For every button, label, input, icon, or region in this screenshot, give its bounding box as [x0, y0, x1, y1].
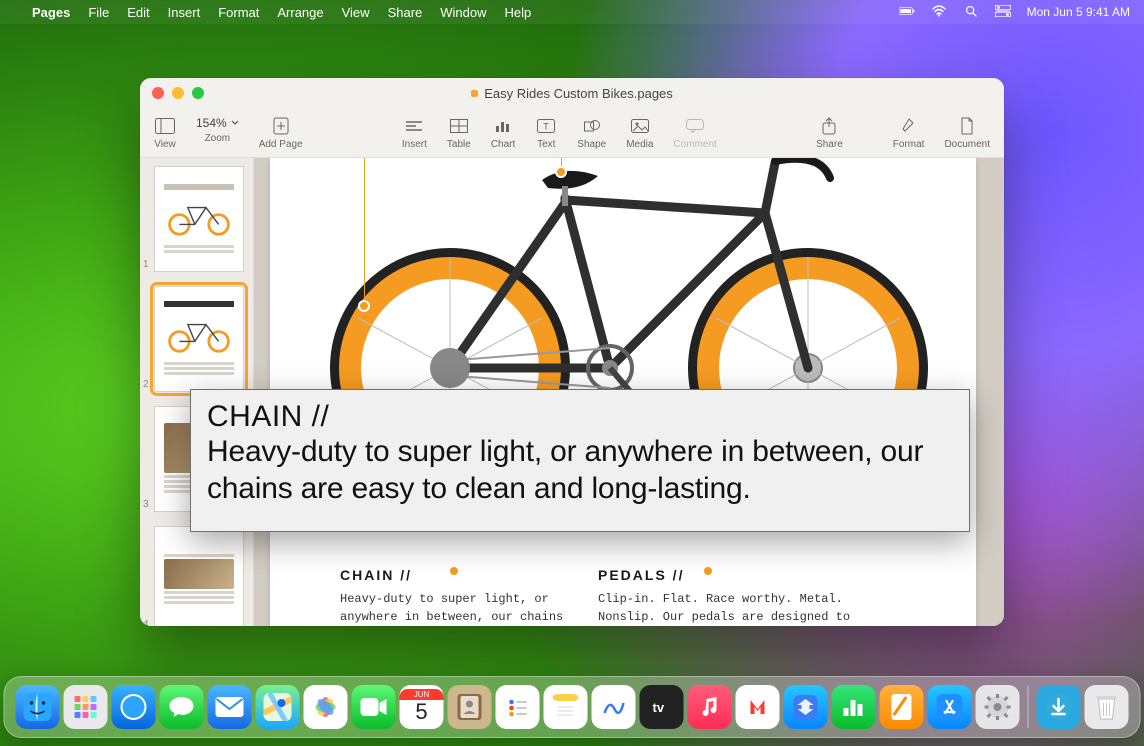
pedals-section[interactable]: PEDALS // Clip-in. Flat. Race worthy. Me…: [598, 565, 858, 626]
menu-edit[interactable]: Edit: [127, 5, 149, 20]
dock-safari-icon[interactable]: [112, 685, 156, 729]
window-close-button[interactable]: [152, 87, 164, 99]
toolbar-comment-button: Comment: [673, 116, 716, 150]
page-thumbnail[interactable]: 4: [150, 526, 243, 626]
pages-app-window: Easy Rides Custom Bikes.pages View 154% …: [140, 78, 1004, 626]
window-zoom-button[interactable]: [192, 87, 204, 99]
add-page-icon: [270, 116, 292, 136]
dock-pages-icon[interactable]: [880, 685, 924, 729]
dock-contacts-icon[interactable]: [448, 685, 492, 729]
dock-numbers-icon[interactable]: [832, 685, 876, 729]
dock-finder-icon[interactable]: [16, 685, 60, 729]
dock-maps-icon[interactable]: [256, 685, 300, 729]
chart-icon: [492, 116, 514, 136]
app-menu[interactable]: Pages: [32, 5, 70, 20]
menu-insert[interactable]: Insert: [168, 5, 201, 20]
dock-facetime-icon[interactable]: [352, 685, 396, 729]
toolbar-insert-button[interactable]: Insert: [402, 116, 427, 150]
menu-share[interactable]: Share: [388, 5, 423, 20]
chain-section[interactable]: CHAIN // Heavy-duty to super light, or a…: [340, 565, 580, 626]
toolbar-text-button[interactable]: T Text: [535, 116, 557, 150]
menu-arrange[interactable]: Arrange: [277, 5, 323, 20]
macos-menubar: Pages File Edit Insert Format Arrange Vi…: [0, 0, 1144, 24]
pedals-title: PEDALS //: [598, 565, 858, 585]
toolbar-chart-button[interactable]: Chart: [491, 116, 515, 150]
toolbar-format-button[interactable]: Format: [893, 116, 925, 150]
format-brush-icon: [898, 116, 920, 136]
dock-reminders-icon[interactable]: [496, 685, 540, 729]
table-icon: [448, 116, 470, 136]
chevron-down-icon: [231, 120, 239, 125]
dock-messages-icon[interactable]: [160, 685, 204, 729]
share-icon: [818, 116, 840, 136]
toolbar-shape-button[interactable]: Shape: [577, 116, 606, 150]
toolbar-add-page-button[interactable]: Add Page: [259, 116, 303, 150]
insert-icon: [403, 116, 425, 136]
pages-toolbar: View 154% Zoom Add Page Insert Table: [140, 108, 1004, 158]
menu-view[interactable]: View: [342, 5, 370, 20]
magnified-body: Heavy-duty to super light, or anywhere i…: [207, 434, 953, 507]
dock-music-icon[interactable]: [688, 685, 732, 729]
control-center-icon[interactable]: [995, 5, 1011, 20]
textbox-icon: T: [535, 116, 557, 136]
zoom-value: 154%: [196, 116, 227, 130]
chain-body-text: Heavy-duty to super light, or anywhere i…: [340, 591, 580, 626]
toolbar-view-button[interactable]: View: [154, 116, 176, 150]
dock-news-icon[interactable]: [736, 685, 780, 729]
dock-launchpad-icon[interactable]: [64, 685, 108, 729]
window-title: Easy Rides Custom Bikes.pages: [471, 86, 673, 101]
page-thumbnail[interactable]: 2: [150, 286, 243, 392]
macos-dock: JUN5 tv: [4, 676, 1141, 738]
dock-appstore-icon[interactable]: [928, 685, 972, 729]
document-icon: [956, 116, 978, 136]
svg-text:tv: tv: [653, 700, 665, 715]
chain-title: CHAIN //: [340, 565, 580, 585]
dock-tv-icon[interactable]: tv: [640, 685, 684, 729]
magnified-title: CHAIN //: [207, 400, 953, 434]
dock-calendar-icon[interactable]: JUN5: [400, 685, 444, 729]
toolbar-zoom-dropdown[interactable]: 154% Zoom: [196, 116, 239, 144]
dock-trash-icon[interactable]: [1085, 685, 1129, 729]
menu-window[interactable]: Window: [440, 5, 486, 20]
pedals-body-text: Clip-in. Flat. Race worthy. Metal. Nonsl…: [598, 591, 858, 626]
toolbar-table-button[interactable]: Table: [447, 116, 471, 150]
shape-icon: [581, 116, 603, 136]
dock-photos-icon[interactable]: [304, 685, 348, 729]
dock-system-settings-icon[interactable]: [976, 685, 1020, 729]
callout-dot: [555, 166, 567, 178]
menu-format[interactable]: Format: [218, 5, 259, 20]
dock-downloads-icon[interactable]: [1037, 685, 1081, 729]
dock-mail-icon[interactable]: [208, 685, 252, 729]
wifi-status-icon[interactable]: [931, 5, 947, 20]
view-sidebar-icon: [154, 116, 176, 136]
window-titlebar[interactable]: Easy Rides Custom Bikes.pages: [140, 78, 1004, 108]
pages-document-icon: [471, 90, 478, 97]
menu-help[interactable]: Help: [505, 5, 532, 20]
toolbar-media-button[interactable]: Media: [626, 116, 653, 150]
battery-status-icon[interactable]: [899, 5, 915, 20]
callout-line: [364, 158, 365, 306]
page-thumbnail[interactable]: 1: [150, 166, 243, 272]
hover-text-magnifier: CHAIN // Heavy-duty to super light, or a…: [190, 389, 970, 532]
menubar-clock[interactable]: Mon Jun 5 9:41 AM: [1027, 5, 1130, 19]
spotlight-icon[interactable]: [963, 5, 979, 20]
menu-file[interactable]: File: [88, 5, 109, 20]
comment-icon: [684, 116, 706, 136]
dock-shortcut-icon[interactable]: [784, 685, 828, 729]
dock-freeform-icon[interactable]: [592, 685, 636, 729]
toolbar-share-button[interactable]: Share: [816, 116, 843, 150]
callout-dot: [358, 300, 370, 312]
svg-text:T: T: [544, 121, 550, 131]
dock-separator: [1028, 686, 1029, 728]
media-icon: [629, 116, 651, 136]
toolbar-document-button[interactable]: Document: [944, 116, 990, 150]
window-traffic-lights: [152, 87, 204, 99]
window-minimize-button[interactable]: [172, 87, 184, 99]
dock-notes-icon[interactable]: [544, 685, 588, 729]
